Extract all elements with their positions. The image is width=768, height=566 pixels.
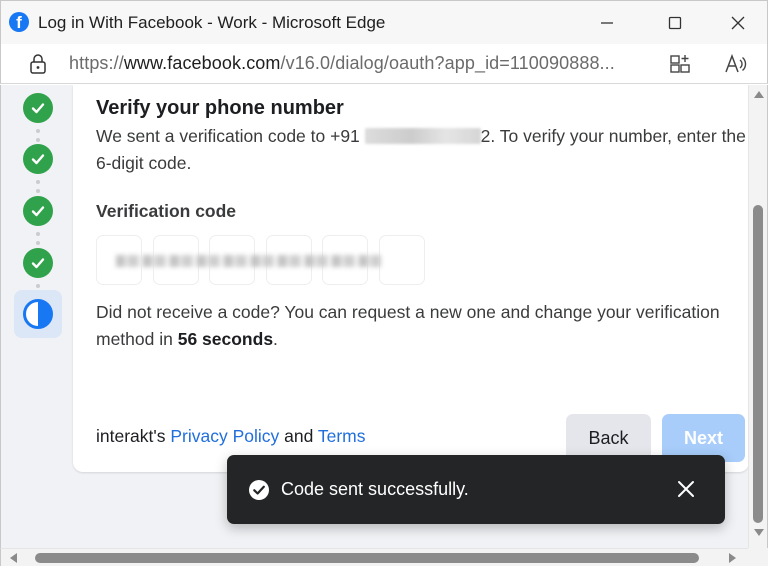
verify-phone-card: Verify your phone number We sent a verif…	[73, 85, 749, 472]
privacy-policy-link[interactable]: Privacy Policy	[170, 426, 279, 446]
policy-line: interakt's Privacy Policy and Terms	[96, 426, 366, 447]
horizontal-scroll-thumb[interactable]	[35, 553, 699, 563]
maximize-button[interactable]	[652, 8, 698, 38]
close-icon	[731, 16, 745, 30]
scroll-left-arrow-icon[interactable]	[10, 553, 17, 563]
vertical-scrollbar[interactable]	[748, 85, 767, 548]
split-screen-icon[interactable]	[668, 52, 692, 76]
page-title: Verify your phone number	[96, 97, 344, 119]
verification-code-label: Verification code	[96, 201, 237, 221]
half-circle-icon	[23, 299, 53, 329]
policy-and: and	[279, 426, 318, 446]
redacted-phone-number	[364, 128, 481, 144]
url-path: /v16.0/dialog/oauth?app_id=110090888...	[280, 53, 615, 73]
scroll-down-arrow-icon[interactable]	[754, 529, 764, 536]
facebook-logo-icon: f	[9, 12, 29, 32]
scroll-right-arrow-icon[interactable]	[729, 553, 736, 563]
check-icon	[31, 258, 45, 269]
url-host: www.facebook.com	[123, 53, 281, 73]
url-text[interactable]: https://www.facebook.com/v16.0/dialog/oa…	[69, 53, 615, 74]
verification-code-input[interactable]	[96, 235, 428, 285]
resend-countdown: 56 seconds	[177, 329, 274, 349]
url-prefix: https://	[69, 53, 124, 73]
success-toast: Code sent successfully.	[227, 455, 725, 524]
code-digit-6[interactable]	[379, 235, 425, 285]
vertical-scroll-thumb[interactable]	[753, 205, 763, 523]
minimize-icon	[601, 22, 613, 24]
horizontal-scrollbar[interactable]	[0, 548, 748, 566]
step-3-complete	[23, 196, 53, 226]
check-icon	[31, 103, 45, 114]
title-bar: f Log in With Facebook - Work - Microsof…	[0, 0, 768, 44]
terms-link[interactable]: Terms	[318, 426, 366, 446]
desc-before: We sent a verification code to +91	[96, 126, 365, 146]
redacted-code	[116, 255, 381, 267]
scroll-up-arrow-icon[interactable]	[754, 91, 764, 98]
check-icon	[31, 206, 45, 217]
progress-steps	[1, 85, 73, 475]
minimize-button[interactable]	[584, 8, 630, 38]
lock-icon[interactable]	[28, 53, 48, 75]
step-1-complete	[23, 93, 53, 123]
resend-end: .	[273, 329, 278, 349]
maximize-icon	[668, 16, 682, 30]
check-icon	[31, 154, 45, 165]
step-4-complete	[23, 248, 53, 278]
close-window-button[interactable]	[715, 8, 761, 38]
close-icon[interactable]	[675, 478, 697, 500]
step-2-complete	[23, 144, 53, 174]
window-title: Log in With Facebook - Work - Microsoft …	[38, 13, 386, 32]
scrollbar-corner	[748, 548, 768, 566]
toast-message: Code sent successfully.	[281, 479, 469, 499]
verification-description: We sent a verification code to +91 2. To…	[96, 123, 746, 177]
check-circle-icon	[249, 480, 269, 500]
policy-prefix: interakt's	[96, 426, 171, 446]
address-bar[interactable]: https://www.facebook.com/v16.0/dialog/oa…	[0, 44, 768, 84]
read-aloud-icon[interactable]	[723, 52, 747, 76]
resend-info: Did not receive a code? You can request …	[96, 299, 736, 353]
